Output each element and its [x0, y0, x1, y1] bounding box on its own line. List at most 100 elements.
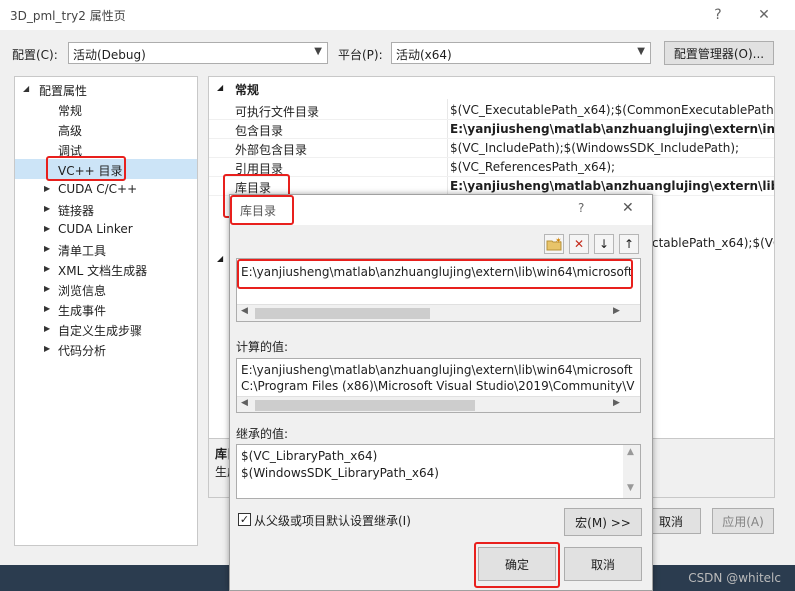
close-button[interactable]: ✕ — [741, 0, 787, 30]
grid-partial-value: ctablePath_x64);$(VC_E — [652, 236, 774, 250]
tree-item-label: 生成事件 — [58, 304, 107, 318]
tree-item-vc-directories[interactable]: VC++ 目录 — [15, 159, 197, 179]
tree-item-browse-info[interactable]: ▶ 浏览信息 — [15, 279, 197, 299]
scroll-right-icon[interactable]: ▶ — [613, 398, 620, 408]
inherit-checkbox[interactable]: ✓ — [238, 513, 251, 526]
platform-label: 平台(P): — [338, 48, 383, 62]
tree-item-general[interactable]: 常规 — [15, 99, 197, 119]
collapsed-icon: ▶ — [44, 244, 51, 253]
tree-item-label: 浏览信息 — [58, 284, 107, 298]
config-manager-button[interactable]: 配置管理器(O)... — [664, 41, 774, 65]
scroll-up-icon[interactable]: ▲ — [627, 447, 634, 457]
vscroll[interactable]: ▲ ▼ — [623, 445, 640, 498]
collapsed-icon: ▶ — [44, 264, 51, 273]
collapsed-icon: ▶ — [44, 304, 51, 313]
new-folder-icon[interactable]: ✶ — [544, 234, 564, 254]
collapsed-icon: ▶ — [44, 324, 51, 333]
collapsed-icon: ▶ — [44, 204, 51, 213]
tree-item-label: 高级 — [58, 124, 83, 138]
inherit-checkbox-label: 从父级或项目默认设置继承(I) — [254, 514, 411, 528]
inherited-value: $(WindowsSDK_LibraryPath_x64) — [241, 466, 439, 480]
expand-icon: ◢ — [217, 83, 224, 92]
tree-item-label: 自定义生成步骤 — [58, 324, 143, 338]
title-bar: 3D_pml_try2 属性页 ? ✕ — [0, 0, 795, 30]
tree-item-debugging[interactable]: 调试 — [15, 139, 197, 159]
tree-item-label: 代码分析 — [58, 344, 107, 358]
dialog-close-button[interactable]: ✕ — [622, 200, 634, 216]
scroll-down-icon[interactable]: ▼ — [627, 483, 634, 493]
grid-row[interactable]: 可执行文件目录 $(VC_ExecutablePath_x64);$(Common… — [209, 101, 774, 120]
tree-item-label: VC++ 目录 — [58, 164, 123, 178]
tree-item-label: 常规 — [58, 104, 83, 118]
dialog-title-bar: 库目录 ? ✕ — [230, 195, 652, 225]
tree-item-label: 调试 — [58, 144, 83, 158]
svg-text:✶: ✶ — [555, 237, 562, 245]
directory-list[interactable]: E:\yanjiusheng\matlab\anzhuanglujing\ext… — [236, 258, 641, 322]
move-up-icon[interactable]: ↑ — [619, 234, 639, 254]
main-apply-button[interactable]: 应用(A) — [712, 508, 774, 534]
tree-item-advanced[interactable]: 高级 — [15, 119, 197, 139]
tree-item-xml-doc[interactable]: ▶ XML 文档生成器 — [15, 259, 197, 279]
collapsed-icon: ▶ — [44, 224, 51, 233]
chevron-down-icon: ▼ — [314, 46, 322, 57]
grid-row[interactable]: 外部包含目录 $(VC_IncludePath);$(WindowsSDK_Inc… — [209, 139, 774, 158]
tree-item-cuda-cpp[interactable]: ▶ CUDA C/C++ — [15, 179, 197, 199]
tree-item-label: CUDA Linker — [58, 222, 133, 236]
dialog-help-button[interactable]: ? — [578, 201, 584, 215]
computed-value: C:\Program Files (x86)\Microsoft Visual … — [241, 379, 635, 393]
tree-item-cuda-linker[interactable]: ▶ CUDA Linker — [15, 219, 197, 239]
config-combo[interactable]: 活动(Debug) ▼ — [68, 42, 328, 64]
scroll-thumb[interactable] — [255, 400, 475, 411]
grid-row-name: 外部包含目录 — [235, 143, 308, 157]
ok-button[interactable]: 确定 — [478, 547, 556, 581]
grid-row-name: 包含目录 — [235, 124, 284, 138]
scroll-left-icon[interactable]: ◀ — [241, 306, 248, 316]
tree-item-build-events[interactable]: ▶ 生成事件 — [15, 299, 197, 319]
inherited-value: $(VC_LibraryPath_x64) — [241, 449, 378, 463]
tree-item-custom-build[interactable]: ▶ 自定义生成步骤 — [15, 319, 197, 339]
scroll-right-icon[interactable]: ▶ — [613, 306, 620, 316]
grid-row[interactable]: 包含目录 E:\yanjiusheng\matlab\anzhuanglujing… — [209, 120, 775, 139]
tree-item-manifest-tool[interactable]: ▶ 清单工具 — [15, 239, 197, 259]
dialog-cancel-button[interactable]: 取消 — [564, 547, 642, 581]
grid-section-header: ◢ 常规 — [209, 81, 774, 99]
grid-row-name: 可执行文件目录 — [235, 105, 320, 119]
grid-row-value: $(VC_IncludePath);$(WindowsSDK_IncludePa… — [450, 141, 740, 155]
grid-row-value: E:\yanjiusheng\matlab\anzhuanglujing\ext… — [450, 122, 775, 136]
inherited-values-box: $(VC_LibraryPath_x64) $(WindowsSDK_Libra… — [236, 444, 641, 499]
tree-item-linker[interactable]: ▶ 链接器 — [15, 199, 197, 219]
delete-icon[interactable]: ✕ — [569, 234, 589, 254]
computed-label: 计算的值: — [236, 340, 289, 354]
directory-entry[interactable]: E:\yanjiusheng\matlab\anzhuanglujing\ext… — [241, 265, 633, 279]
config-value: 活动(Debug) — [73, 48, 146, 62]
scroll-left-icon[interactable]: ◀ — [241, 398, 248, 408]
window-title: 3D_pml_try2 属性页 — [10, 9, 126, 23]
hscroll[interactable]: ◀ ▶ — [237, 304, 640, 321]
expand-icon: ◢ — [217, 254, 224, 263]
computed-value: E:\yanjiusheng\matlab\anzhuanglujing\ext… — [241, 363, 633, 377]
tree-item-label: XML 文档生成器 — [58, 264, 148, 278]
grid-row-name: 引用目录 — [235, 162, 284, 176]
tree-root-label: 配置属性 — [39, 84, 88, 98]
collapsed-icon: ▶ — [44, 184, 51, 193]
dialog-title: 库目录 — [240, 204, 277, 218]
platform-combo[interactable]: 活动(x64) ▼ — [391, 42, 651, 64]
watermark: CSDN @whitelc — [688, 571, 781, 585]
help-button[interactable]: ? — [695, 0, 741, 30]
macro-button[interactable]: 宏(M) >> — [564, 508, 642, 536]
grid-section-label: 常规 — [235, 83, 260, 97]
expand-icon: ◢ — [23, 84, 30, 93]
collapsed-icon: ▶ — [44, 344, 51, 353]
scroll-thumb[interactable] — [255, 308, 430, 319]
tree-item-label: 清单工具 — [58, 244, 107, 258]
move-down-icon[interactable]: ↓ — [594, 234, 614, 254]
tree-item-label: 链接器 — [58, 204, 95, 218]
computed-values-box: E:\yanjiusheng\matlab\anzhuanglujing\ext… — [236, 358, 641, 413]
tree-item-code-analysis[interactable]: ▶ 代码分析 — [15, 339, 197, 359]
tree-item-label: CUDA C/C++ — [58, 182, 138, 196]
hscroll[interactable]: ◀ ▶ — [237, 396, 640, 412]
inherited-label: 继承的值: — [236, 427, 289, 441]
grid-row[interactable]: 引用目录 $(VC_ReferencesPath_x64); — [209, 158, 774, 177]
tree-root[interactable]: ◢ 配置属性 — [15, 79, 197, 99]
library-directories-dialog: 库目录 ? ✕ ✶ ✕ ↓ ↑ E:\yanjiusheng\matlab\an… — [229, 194, 653, 591]
